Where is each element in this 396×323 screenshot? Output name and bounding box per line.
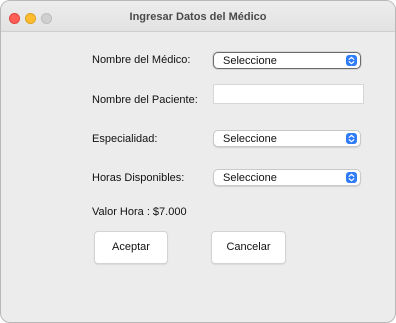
- especialidad-select[interactable]: Seleccione: [213, 130, 361, 147]
- chevron-updown-icon: [346, 55, 357, 66]
- medico-label: Nombre del Médico:: [92, 54, 191, 66]
- horas-select-value: Seleccione: [223, 172, 277, 184]
- chevron-updown-icon: [346, 133, 357, 144]
- accept-button[interactable]: Aceptar: [94, 231, 168, 264]
- dialog-window: Ingresar Datos del Médico Nombre del Méd…: [0, 0, 396, 323]
- title-bar[interactable]: Ingresar Datos del Médico: [1, 1, 395, 32]
- valor-hora-label: Valor Hora : $7.000: [92, 206, 187, 218]
- medico-select-value: Seleccione: [223, 55, 277, 67]
- especialidad-label: Especialidad:: [92, 133, 158, 145]
- cancel-button[interactable]: Cancelar: [211, 231, 286, 264]
- chevron-updown-icon: [346, 172, 357, 183]
- paciente-label: Nombre del Paciente:: [92, 94, 198, 106]
- medico-select[interactable]: Seleccione: [213, 52, 361, 69]
- especialidad-select-value: Seleccione: [223, 133, 277, 145]
- window-title: Ingresar Datos del Médico: [129, 11, 267, 23]
- horas-select[interactable]: Seleccione: [213, 169, 361, 186]
- paciente-input[interactable]: [213, 84, 364, 104]
- horas-label: Horas Disponibles:: [92, 172, 185, 184]
